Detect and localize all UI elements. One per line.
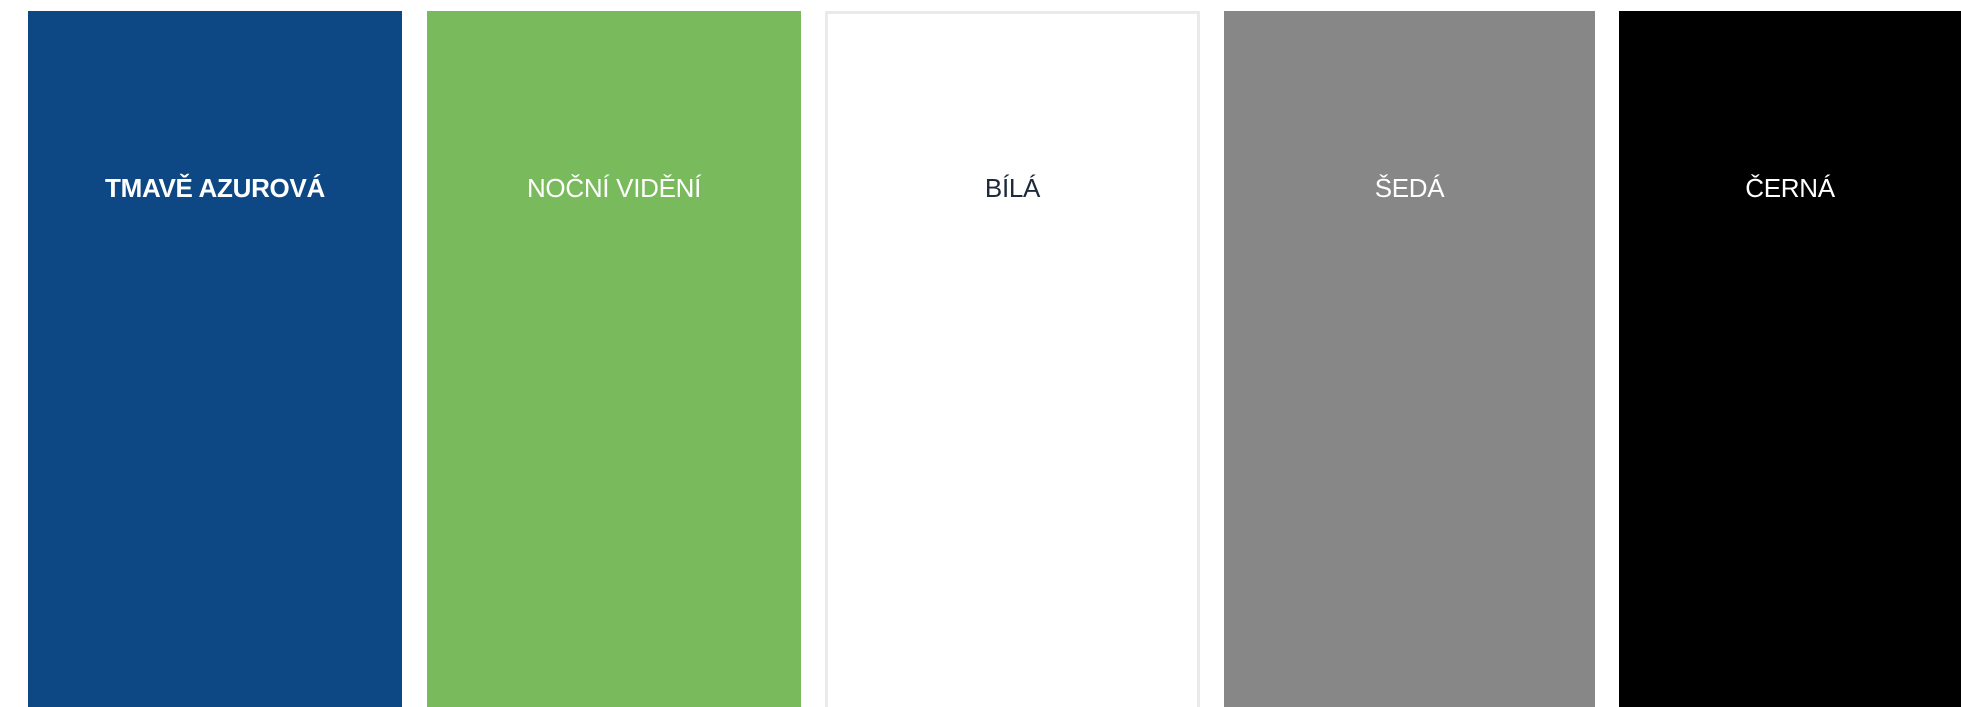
swatch-white: BÍLÁ <box>825 11 1200 707</box>
color-swatch-grid: TMAVĚ AZUROVÁ NOČNÍ VIDĚNÍ BÍLÁ ŠEDÁ ČER… <box>0 0 1961 707</box>
swatch-label: ČERNÁ <box>1745 173 1835 203</box>
swatch-dark-azure: TMAVĚ AZUROVÁ <box>28 11 402 707</box>
swatch-black: ČERNÁ <box>1619 11 1961 707</box>
swatch-label: ŠEDÁ <box>1374 173 1445 203</box>
swatch-label: BÍLÁ <box>984 173 1041 203</box>
swatch-label: NOČNÍ VIDĚNÍ <box>526 173 702 203</box>
swatch-night-vision-green: NOČNÍ VIDĚNÍ <box>427 11 801 707</box>
swatch-label: TMAVĚ AZUROVÁ <box>105 173 325 203</box>
swatch-grey: ŠEDÁ <box>1224 11 1595 707</box>
